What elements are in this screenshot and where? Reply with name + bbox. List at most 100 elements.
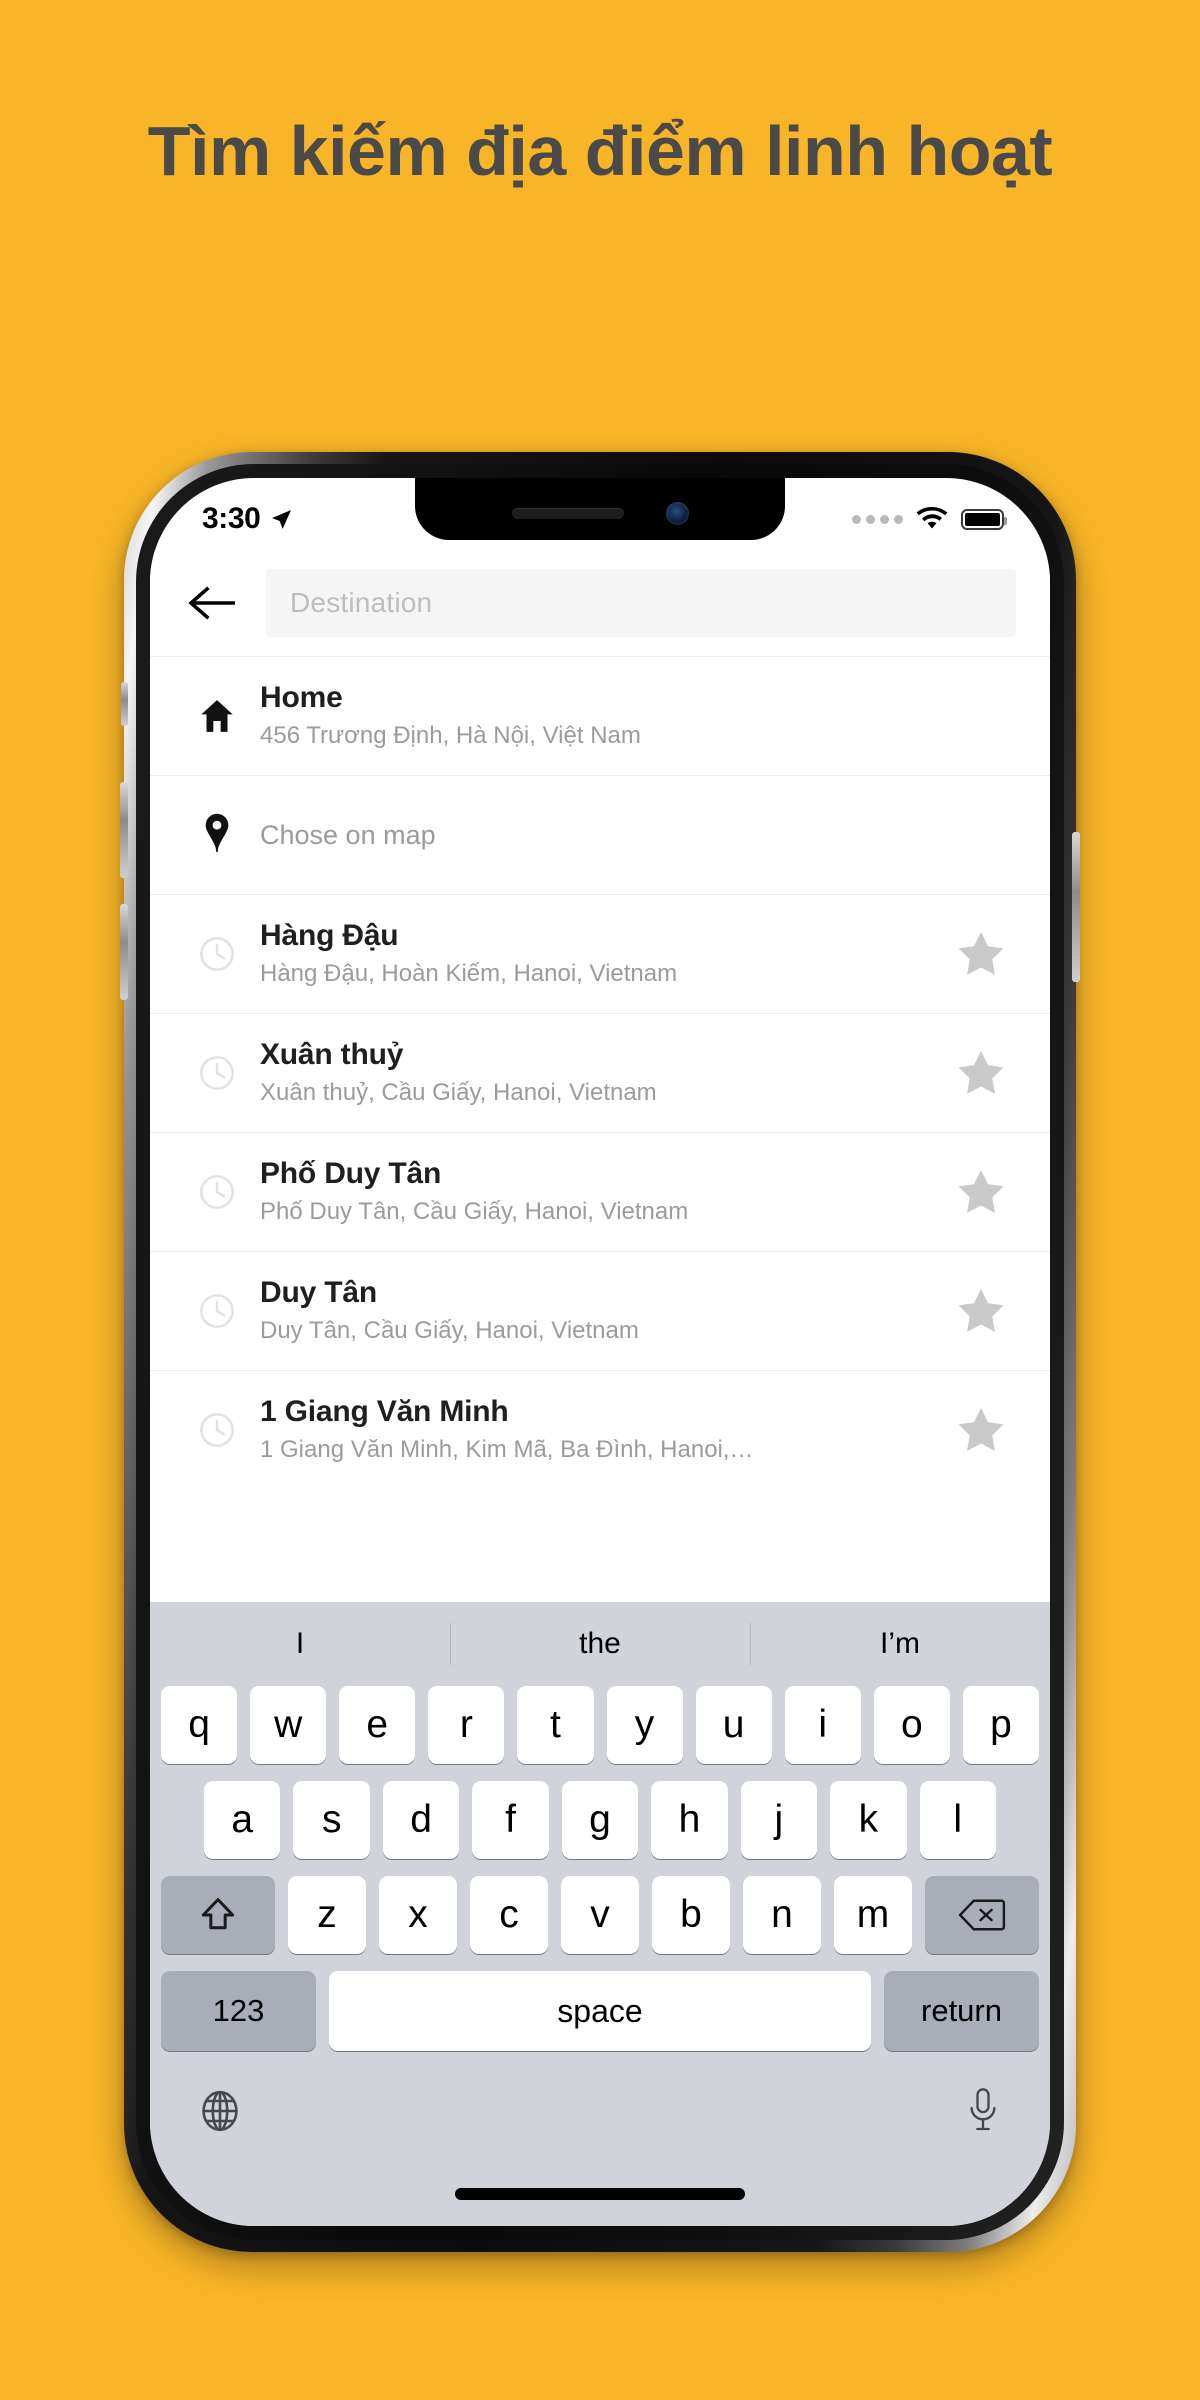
prediction-candidate[interactable]: the [450,1627,750,1661]
backspace-icon[interactable] [925,1876,1039,1954]
home-indicator[interactable] [455,2188,745,2200]
back-button[interactable] [182,572,244,634]
list-item-title: Duy Tân [260,1276,377,1310]
key-h[interactable]: h [651,1781,728,1859]
favorite-star-button[interactable] [946,1284,1016,1338]
space-key[interactable]: space [329,1971,871,2051]
globe-icon[interactable] [196,2087,244,2135]
key-o[interactable]: o [873,1686,950,1764]
volume-up-button[interactable] [120,782,128,878]
key-t[interactable]: t [517,1686,594,1764]
prediction-candidate[interactable]: I [150,1627,450,1661]
key-n[interactable]: n [743,1876,821,1954]
key-r[interactable]: r [428,1686,505,1764]
key-i[interactable]: i [784,1686,861,1764]
power-button[interactable] [1072,832,1080,982]
clock-icon [180,1291,254,1331]
key-e[interactable]: e [339,1686,416,1764]
onscreen-keyboard: I the I’m q w e r t y u i o p a s d f g … [150,1602,1050,2226]
list-item-text: Hàng Đậu Hàng Đậu, Hoàn Kiếm, Hanoi, Vie… [254,916,946,992]
status-bar-right [852,507,1007,531]
list-item-text: Home 456 Trương Định, Hà Nội, Việt Nam [254,678,946,754]
key-c[interactable]: c [470,1876,548,1954]
microphone-icon[interactable] [962,2086,1004,2136]
key-l[interactable]: l [919,1781,996,1859]
location-arrow-icon [269,507,294,532]
list-item-title: Xuân thuỷ [260,1038,404,1072]
keyboard-row-1: q w e r t y u i o p [150,1686,1050,1764]
list-item-subtitle: Phố Duy Tân, Cầu Giấy, Hanoi, Vietnam [260,1198,689,1226]
numeric-keyboard-button[interactable]: 123 [161,1971,316,2051]
list-item-text: Chose on map [254,820,946,851]
key-w[interactable]: w [250,1686,327,1764]
list-item-title: Chose on map [260,819,436,850]
keyboard-row-3: z x c v b n m [150,1876,1050,1954]
list-item-subtitle: Hàng Đậu, Hoàn Kiếm, Hanoi, Vietnam [260,960,678,988]
favorite-star-button[interactable] [946,1046,1016,1100]
key-p[interactable]: p [962,1686,1039,1764]
volume-down-button[interactable] [120,904,128,1000]
list-item[interactable]: Home 456 Trương Định, Hà Nội, Việt Nam [150,656,1050,775]
list-item-subtitle: Xuân thuỷ, Cầu Giấy, Hanoi, Vietnam [260,1079,657,1107]
key-u[interactable]: u [695,1686,772,1764]
search-placeholder: Destination [290,587,433,618]
signal-dots-icon [852,514,903,524]
key-m[interactable]: m [834,1876,912,1954]
prediction-candidate[interactable]: I’m [750,1627,1050,1661]
list-item[interactable]: Xuân thuỷ Xuân thuỷ, Cầu Giấy, Hanoi, Vi… [150,1013,1050,1132]
map-pin-icon [180,812,254,858]
phone-mockup: 3:30 Destination Home 456 Trương Định, H… [120,452,1080,2252]
list-item-subtitle: Duy Tân, Cầu Giấy, Hanoi, Vietnam [260,1317,639,1345]
home-icon [180,696,254,736]
wifi-icon [916,507,948,531]
mute-switch-button[interactable] [121,682,128,726]
keyboard-row-4: 123 space return [150,1971,1050,2051]
keyboard-bottom-bar [150,2051,1050,2171]
predictive-text-bar: I the I’m [150,1602,1050,1686]
clock-icon [180,1172,254,1212]
list-item-text: 1 Giang Văn Minh 1 Giang Văn Minh, Kim M… [254,1392,946,1468]
list-item[interactable]: Duy Tân Duy Tân, Cầu Giấy, Hanoi, Vietna… [150,1251,1050,1370]
keyboard-row-2: a s d f g h j k l [150,1781,1050,1859]
list-item-text: Xuân thuỷ Xuân thuỷ, Cầu Giấy, Hanoi, Vi… [254,1035,946,1111]
search-header: Destination [150,550,1050,656]
clock-icon [180,1053,254,1093]
list-item[interactable]: 1 Giang Văn Minh 1 Giang Văn Minh, Kim M… [150,1370,1050,1489]
shift-up-icon[interactable] [161,1876,275,1954]
clock-icon [180,1410,254,1450]
favorite-star-button[interactable] [946,927,1016,981]
list-item-title: Hàng Đậu [260,919,399,953]
key-s[interactable]: s [293,1781,370,1859]
key-q[interactable]: q [161,1686,238,1764]
list-item-subtitle: 456 Trương Định, Hà Nội, Việt Nam [260,722,641,750]
results-list: Home 456 Trương Định, Hà Nội, Việt Nam C… [150,656,1050,1489]
key-b[interactable]: b [652,1876,730,1954]
clock-icon [180,934,254,974]
key-f[interactable]: f [472,1781,549,1859]
list-item-text: Duy Tân Duy Tân, Cầu Giấy, Hanoi, Vietna… [254,1273,946,1349]
list-item-title: Home [260,681,343,715]
status-bar-left: 3:30 [202,502,294,536]
key-x[interactable]: x [379,1876,457,1954]
notch [415,478,785,540]
key-g[interactable]: g [561,1781,639,1859]
favorite-star-button[interactable] [946,1403,1016,1457]
list-item[interactable]: Phố Duy Tân Phố Duy Tân, Cầu Giấy, Hanoi… [150,1132,1050,1251]
list-item-text: Phố Duy Tân Phố Duy Tân, Cầu Giấy, Hanoi… [254,1154,946,1230]
key-v[interactable]: v [561,1876,639,1954]
list-item[interactable]: Chose on map [150,775,1050,894]
front-camera-icon [665,501,689,525]
phone-screen: 3:30 Destination Home 456 Trương Định, H… [150,478,1050,2226]
key-a[interactable]: a [204,1781,281,1859]
key-d[interactable]: d [382,1781,460,1859]
key-z[interactable]: z [288,1876,366,1954]
key-y[interactable]: y [606,1686,683,1764]
return-key[interactable]: return [884,1971,1039,2051]
list-item[interactable]: Hàng Đậu Hàng Đậu, Hoàn Kiếm, Hanoi, Vie… [150,894,1050,1013]
earpiece-speaker-icon [511,507,624,519]
favorite-star-button[interactable] [946,1165,1016,1219]
search-input[interactable]: Destination [266,569,1016,637]
page-title: Tìm kiếm địa điểm linh hoạt [147,112,1053,190]
key-j[interactable]: j [740,1781,818,1859]
key-k[interactable]: k [830,1781,907,1859]
